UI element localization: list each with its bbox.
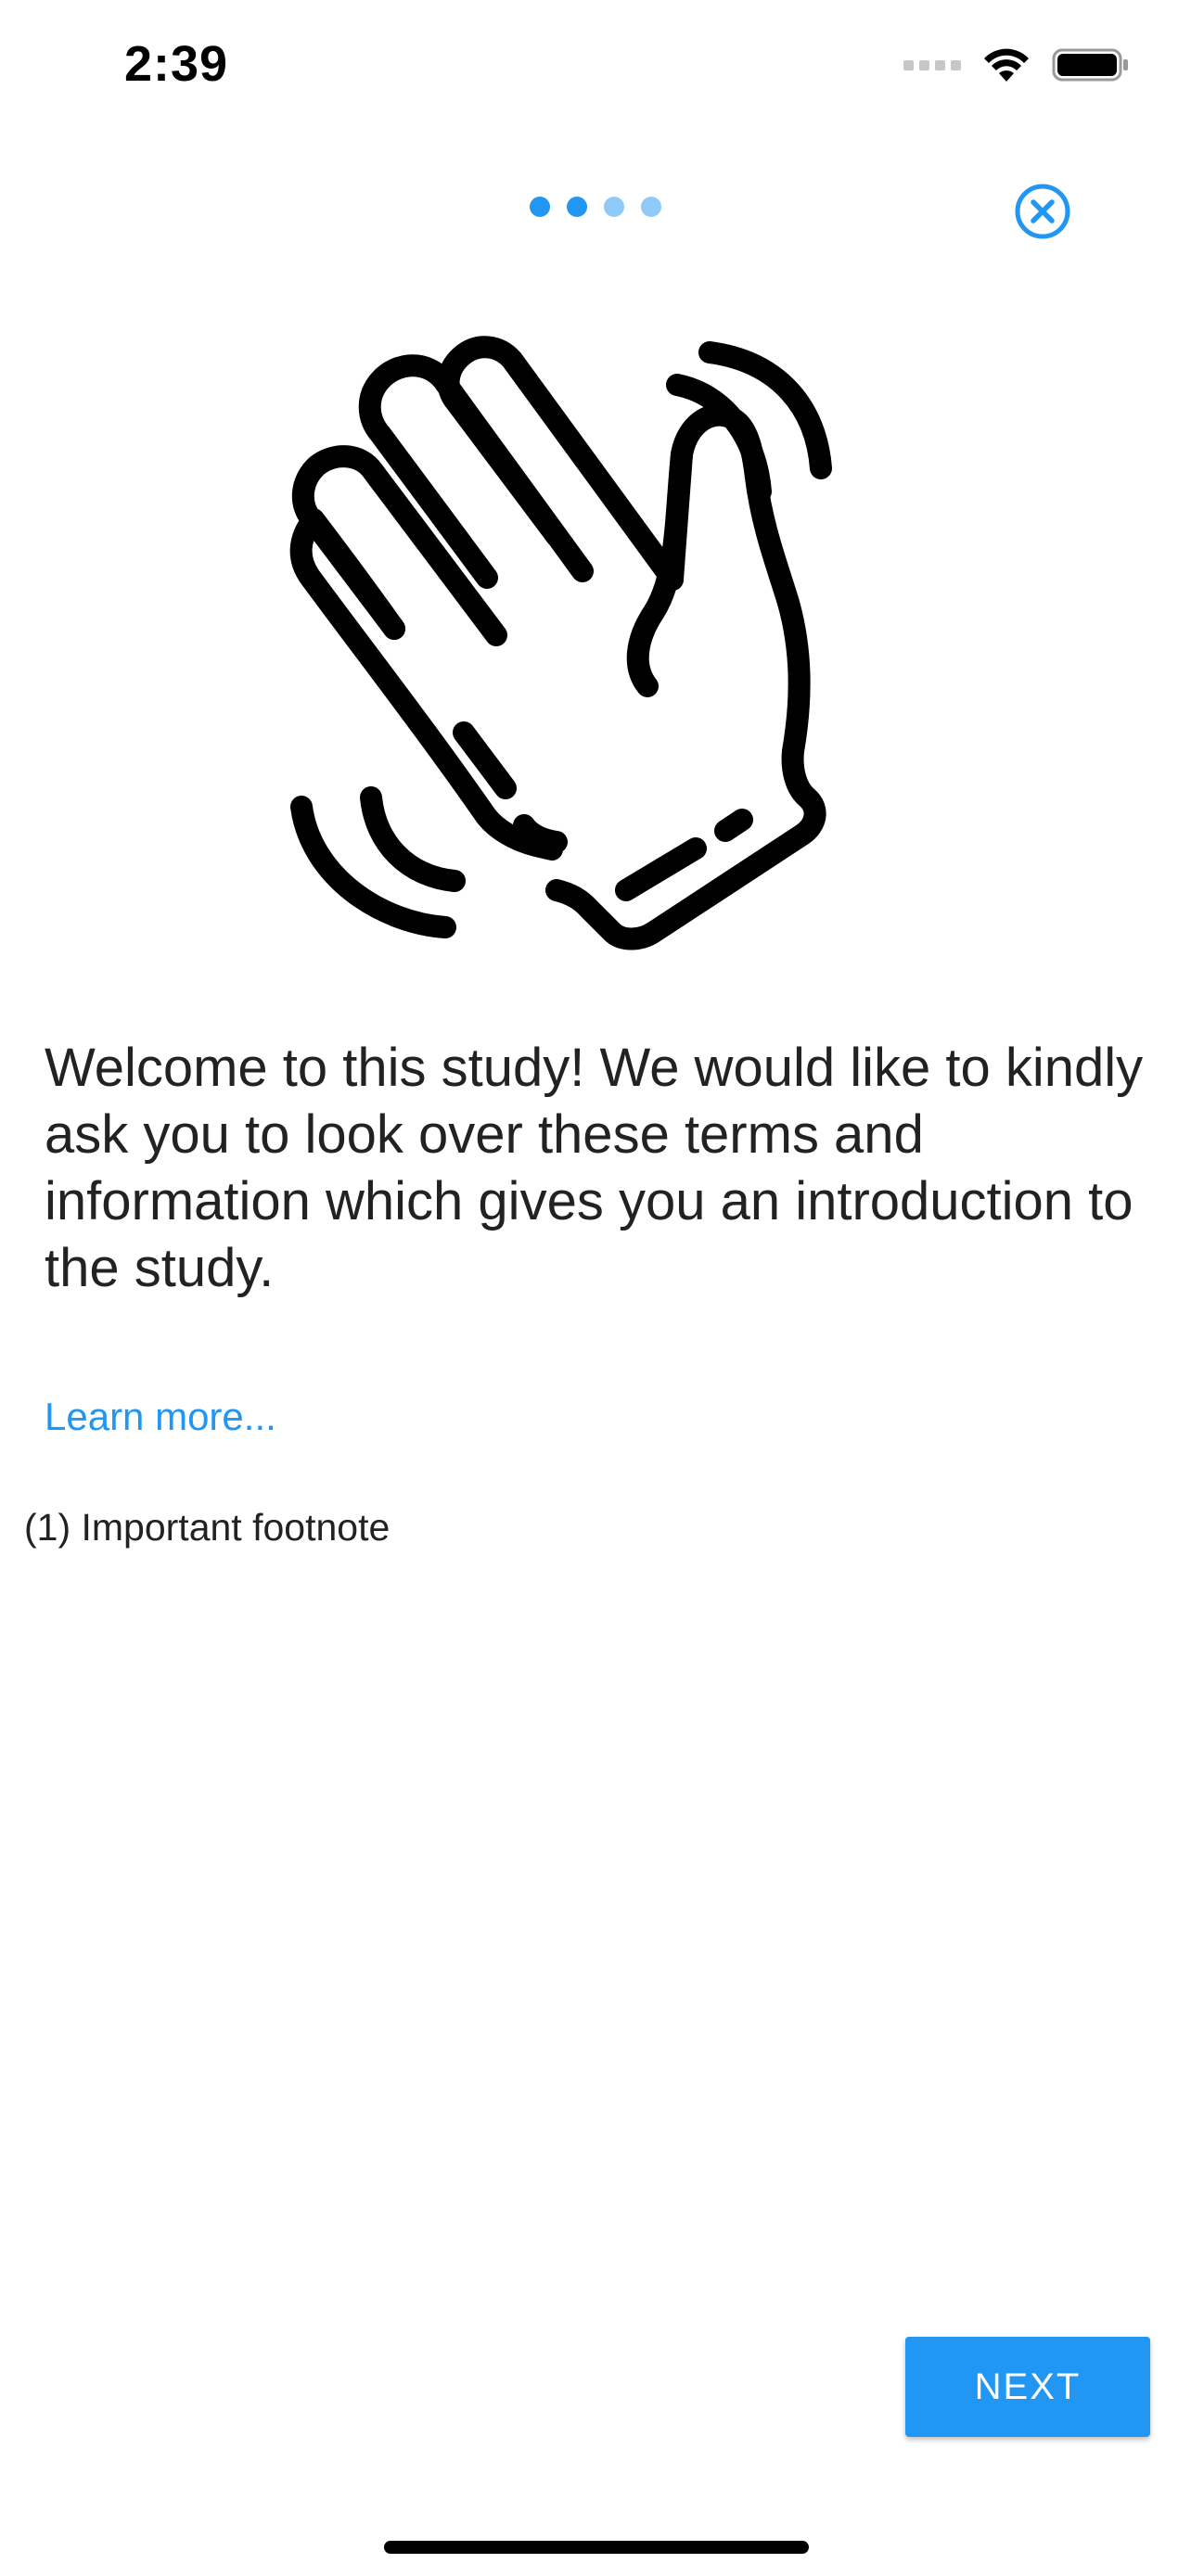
page-dot-1 <box>530 197 550 217</box>
page-dot-3 <box>604 197 624 217</box>
waving-hand-icon <box>289 336 832 950</box>
status-bar: 2:39 <box>0 0 1191 139</box>
status-icons <box>903 46 1130 83</box>
battery-icon <box>1052 48 1128 82</box>
next-button[interactable]: NEXT <box>905 2337 1150 2437</box>
welcome-text: Welcome to this study! We would like to … <box>45 1038 1144 1298</box>
wifi-icon <box>984 48 1029 82</box>
status-time: 2:39 <box>124 36 229 92</box>
learn-more-link[interactable]: Learn more... <box>45 1395 276 1439</box>
page-dot-4 <box>641 197 661 217</box>
close-button[interactable] <box>1013 182 1072 241</box>
page-dot-2 <box>567 197 587 217</box>
home-indicator[interactable] <box>384 2541 809 2554</box>
footnote: (1) Important footnote <box>24 1506 391 1549</box>
close-circle-icon <box>1015 184 1070 239</box>
cellular-signal-icon <box>903 59 961 70</box>
